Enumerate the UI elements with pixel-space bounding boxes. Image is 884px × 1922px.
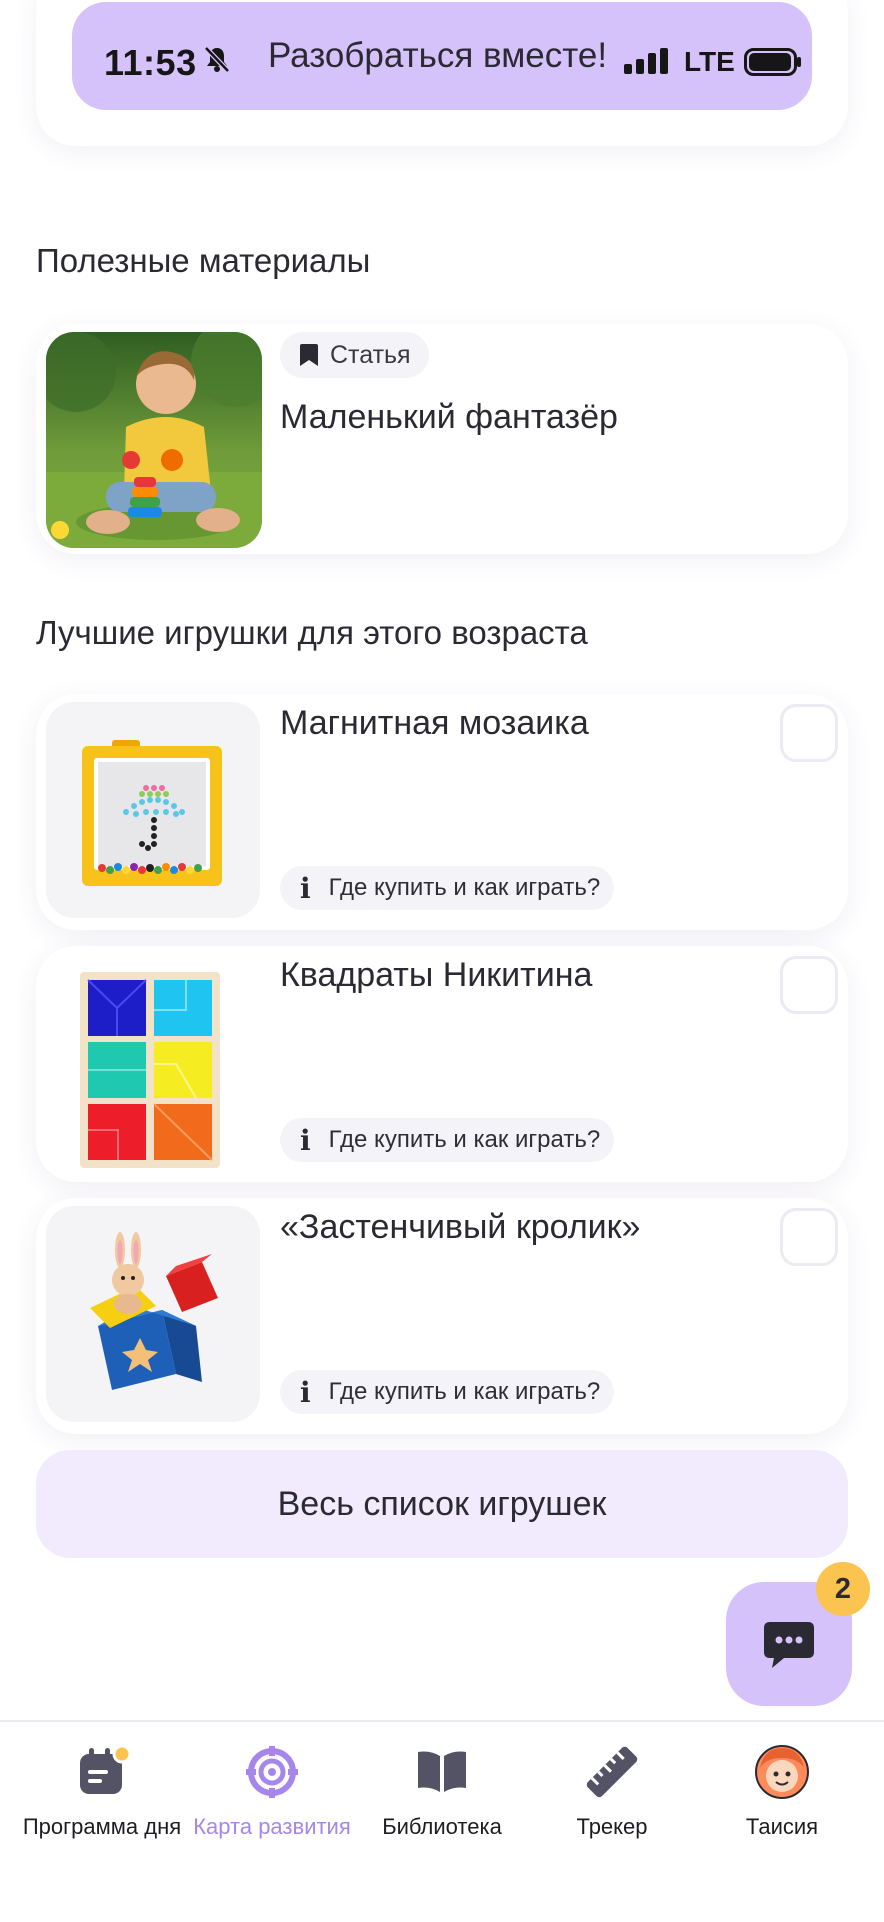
info-icon: i — [300, 871, 311, 905]
toy-name: Квадраты Никитина — [280, 956, 593, 994]
toy-checkbox[interactable] — [780, 956, 838, 1014]
tab-development-map[interactable]: Карта развития — [184, 1722, 360, 1862]
toy-info-link[interactable]: i Где купить и как играть? — [280, 1118, 615, 1162]
book-icon — [418, 1751, 466, 1792]
toy-image — [46, 702, 260, 918]
tab-tracker[interactable]: Трекер — [524, 1722, 700, 1862]
article-image — [46, 332, 262, 548]
tab-label: Карта развития — [193, 1814, 351, 1839]
article-tag: Статья — [280, 332, 429, 378]
toy-info-label: Где купить и как играть? — [328, 1126, 601, 1153]
toys-title: Лучшие игрушки для этого возраста — [36, 614, 588, 651]
calendar-icon — [80, 1744, 132, 1794]
toy-info-label: Где купить и как играть? — [328, 1378, 601, 1405]
ruler-icon — [586, 1746, 638, 1798]
chat-icon — [764, 1622, 814, 1668]
info-icon: i — [300, 1123, 311, 1157]
tab-label: Программа дня — [22, 1814, 182, 1839]
battery-icon — [744, 48, 801, 76]
article-tag-label: Статья — [330, 340, 411, 369]
bookmark-icon — [300, 344, 318, 366]
tab-profile[interactable]: Таисия — [694, 1722, 870, 1862]
toy-image — [46, 1206, 260, 1422]
network-type: LTE — [684, 46, 735, 77]
discussion-banner[interactable]: 11:53 Разобраться вместе! LTE — [72, 2, 812, 110]
avatar-icon — [755, 1745, 809, 1799]
article-title: Маленький фантазёр — [280, 398, 618, 436]
toy-info-label: Где купить и как играть? — [328, 874, 601, 901]
toy-card[interactable]: Магнитная мозаика i Где купить и как игр… — [36, 694, 848, 930]
toy-name: «Застенчивый кролик» — [280, 1208, 641, 1246]
materials-title: Полезные материалы — [36, 242, 371, 279]
toy-name: Магнитная мозаика — [280, 704, 589, 742]
signal-icon — [624, 48, 668, 74]
chat-badge: 2 — [816, 1562, 870, 1616]
toy-checkbox[interactable] — [780, 704, 838, 762]
toy-info-link[interactable]: i Где купить и как играть? — [280, 1370, 615, 1414]
all-toys-button[interactable]: Весь список игрушек — [36, 1450, 848, 1558]
tab-label: Трекер — [576, 1814, 648, 1839]
toy-checkbox[interactable] — [780, 1208, 838, 1266]
toy-card[interactable]: Квадраты Никитина i Где купить и как игр… — [36, 946, 848, 1182]
bottom-tab-bar: Программа дня Карта развития Библиотека — [0, 1720, 884, 1922]
tab-label: Таисия — [745, 1814, 819, 1839]
banner-text: Разобраться вместе! — [268, 36, 608, 75]
tab-library[interactable]: Библиотека — [354, 1722, 530, 1862]
info-icon: i — [300, 1375, 311, 1409]
toy-info-link[interactable]: i Где купить и как играть? — [280, 866, 615, 910]
status-time: 11:53 — [104, 42, 197, 83]
tab-label: Библиотека — [382, 1814, 502, 1839]
toy-card[interactable]: «Застенчивый кролик» i Где купить и как … — [36, 1198, 848, 1434]
target-icon — [246, 1746, 298, 1798]
article-card[interactable]: Статья Маленький фантазёр — [36, 324, 848, 554]
toy-image — [46, 954, 260, 1170]
bell-off-icon — [204, 46, 230, 73]
tab-program-day[interactable]: Программа дня — [14, 1722, 190, 1862]
